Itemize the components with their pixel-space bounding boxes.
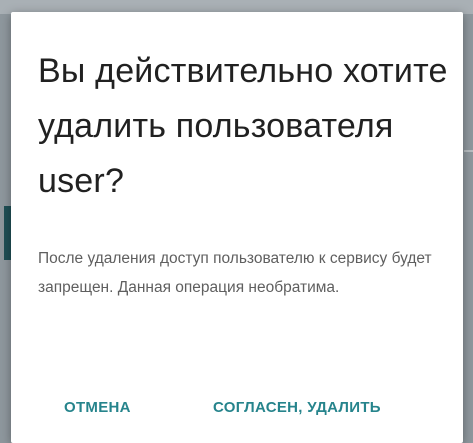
delete-user-dialog: Вы действительно хотите удалить пользова…	[11, 12, 463, 443]
background-divider	[464, 150, 473, 152]
dialog-actions: ОТМЕНА СОГЛАСЕН, УДАЛИТЬ	[11, 390, 463, 426]
confirm-delete-button[interactable]: СОГЛАСЕН, УДАЛИТЬ	[205, 390, 389, 426]
dialog-message: После удаления доступ пользователю к сер…	[38, 250, 432, 296]
cancel-button[interactable]: ОТМЕНА	[56, 390, 139, 426]
dialog-title: Вы действительно хотите удалить пользова…	[38, 52, 448, 200]
